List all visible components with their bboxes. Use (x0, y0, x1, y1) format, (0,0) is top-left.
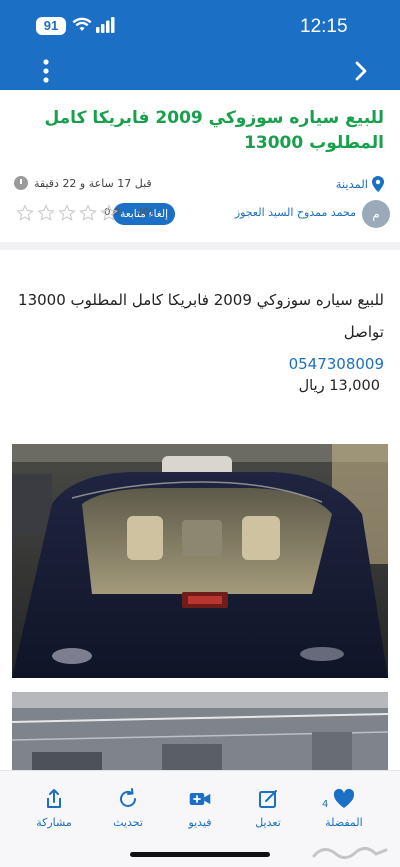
clock-icon (14, 176, 28, 190)
wifi-icon (72, 17, 92, 31)
location-pin-icon (372, 176, 384, 192)
refresh-icon (120, 788, 136, 807)
car-photo-2[interactable] (12, 692, 388, 782)
city-label: المدينة (335, 177, 368, 191)
rating-count: (0) (138, 207, 153, 218)
phone-link[interactable]: 0547308009 (14, 348, 384, 380)
rating-stars (16, 204, 118, 222)
post-title: للبيع سياره سوزوكي 2009 فابريكا كامل الم… (44, 108, 384, 153)
post-header: للبيع سياره سوزوكي 2009 فابريكا كامل الم… (0, 90, 400, 250)
star-icon (79, 204, 97, 221)
star-icon (100, 204, 118, 221)
edit-button[interactable]: تعديل (236, 787, 300, 829)
refresh-button[interactable]: تحديث (96, 787, 160, 829)
chevron-right-icon[interactable] (350, 60, 372, 82)
edit-icon (259, 790, 277, 808)
haraj-watermark-logo (312, 847, 388, 859)
signal-icon (96, 17, 115, 33)
avatar[interactable]: م (362, 200, 390, 228)
author-name[interactable]: محمد ممدوح السيد العجوز (235, 206, 356, 219)
post-description: للبيع سياره سوزوكي 2009 فابريكا كامل الم… (18, 291, 384, 341)
home-indicator (130, 852, 270, 857)
garage-image (12, 692, 388, 782)
status-time: 12:15 (300, 16, 348, 37)
star-icon (37, 204, 55, 221)
post-meta: المدينة قبل 17 ساعة و 22 دقيقة (14, 176, 384, 196)
car-rear-image (12, 444, 388, 678)
post-body: للبيع سياره سوزوكي 2009 فابريكا كامل الم… (14, 284, 384, 380)
city-link[interactable]: المدينة (336, 176, 384, 192)
post-time: قبل 17 ساعة و 22 دقيقة (14, 176, 152, 190)
heart-icon (333, 788, 355, 808)
car-photo[interactable] (12, 444, 388, 678)
favorite-count: 4 (322, 799, 329, 810)
share-button[interactable]: مشاركة (22, 787, 86, 829)
post-price: 13,000 ريال (298, 378, 380, 394)
video-button[interactable]: فيديو (168, 787, 232, 829)
favorite-label: المفضلة (325, 816, 363, 829)
more-options-icon[interactable] (38, 58, 54, 84)
edit-label: تعديل (255, 816, 281, 829)
star-icon (16, 204, 34, 221)
star-icon (58, 204, 76, 221)
favorite-button[interactable]: 4 المفضلة (312, 787, 376, 829)
share-icon (47, 789, 61, 808)
top-bar: 91 12:15 (0, 0, 400, 90)
video-label: فيديو (188, 816, 212, 829)
status-bar: 91 12:15 (0, 0, 400, 52)
refresh-label: تحديث (113, 816, 143, 829)
video-add-icon (189, 793, 211, 805)
share-label: مشاركة (36, 816, 72, 829)
author-row: م محمد ممدوح السيد العجوز إلغاء متابعة (… (10, 200, 390, 230)
battery-indicator: 91 (36, 17, 66, 35)
posted-ago-text: قبل 17 ساعة و 22 دقيقة (34, 176, 152, 190)
